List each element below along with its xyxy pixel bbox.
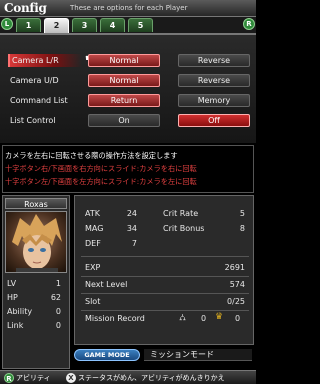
hp-row: HP 62 [7,292,67,304]
description-line: 十字ボタン左/下画面を左方向にスライド:カメラを左に回転 [5,177,197,186]
tab-3[interactable]: 3 [72,18,97,32]
r-shoulder-button[interactable]: R [243,18,255,30]
option-label[interactable]: Camera U/D [8,74,82,87]
crit-bonus-value: 8 [239,224,245,233]
character-name: Roxas [5,198,67,209]
character-portrait [5,211,67,273]
lv-value: 1 [55,279,61,288]
command-list-memory-button[interactable]: Memory [178,94,250,107]
def-value: 7 [131,239,137,248]
mission-record-value-a: 0 [201,314,207,323]
bottom-help-bar: R アビリティ X ステータスがめん、アビリティがめんきりかえ [0,370,256,384]
portrait-illustration [12,214,62,272]
crit-rate-label: Crit Rate [163,209,199,218]
link-label: Link [7,321,24,330]
tab-1[interactable]: 1 [16,18,41,32]
next-level-label: Next Level [85,280,128,289]
divider [81,310,249,311]
option-command-list: Command List Return Memory [8,94,250,107]
option-camera-lr: Camera L/R ☛ Normal Reverse [8,54,250,67]
command-list-return-button[interactable]: Return [88,94,160,107]
ability-value: 0 [55,307,61,316]
atk-stat: ATK 24 [85,208,137,220]
option-label[interactable]: List Control [8,114,82,127]
description-line: 十字ボタン右/下画面を右方向にスライド:カメラを右に回転 [5,164,197,173]
option-label[interactable]: Camera L/R [8,54,82,67]
link-row: Link 0 [7,320,67,332]
link-value: 0 [55,321,61,330]
game-mode-bar: GAME MODE ミッションモード [74,348,254,362]
x-button-icon: X [66,373,76,383]
slot-value: 0/25 [227,297,245,306]
camera-lr-reverse-button[interactable]: Reverse [178,54,250,67]
option-description: カメラを左右に回転させる際の操作方法を設定します 十字ボタン右/下画面を右方向に… [2,145,254,193]
status-switch-shortcut[interactable]: X ステータスがめん、アビリティがめんきりかえ [66,372,225,384]
mag-label: MAG [85,224,104,233]
next-level-stat: Next Level 574 [85,279,245,291]
def-label: DEF [85,239,101,248]
crit-bonus-label: Crit Bonus [163,224,205,233]
page-title: Config [4,1,47,15]
crit-bonus-stat: Crit Bonus 8 [163,223,245,235]
divider [81,256,249,257]
option-label[interactable]: Command List [8,94,82,107]
character-panel: Roxas LV 1 HP 62 Ability 0 Link 0 [2,195,70,369]
lv-row: LV 1 [7,278,67,290]
ability-shortcut-label: アビリティ [16,374,51,382]
status-switch-label: ステータスがめん、アビリティがめんきりかえ [78,374,225,382]
stats-panel: ATK 24 Crit Rate 5 MAG 34 Crit Bonus 8 D… [74,195,254,345]
divider [81,293,249,294]
game-mode-label: GAME MODE [74,349,140,361]
list-control-off-button[interactable]: Off [178,114,250,127]
config-header: Config These are options for each Player [0,0,256,17]
crit-rate-value: 5 [239,209,245,218]
player-tab-row: L 1 2 3 4 5 R [0,17,256,33]
def-stat: DEF 7 [85,238,137,250]
mag-stat: MAG 34 [85,223,137,235]
option-list-control: List Control On Off [8,114,250,127]
options-panel: Camera L/R ☛ Normal Reverse Camera U/D N… [0,33,256,143]
header-tip: These are options for each Player [70,4,188,12]
l-shoulder-button[interactable]: L [1,18,13,30]
camera-ud-normal-button[interactable]: Normal [88,74,160,87]
r-button-icon: R [4,373,14,383]
exp-value: 2691 [224,263,245,272]
camera-ud-reverse-button[interactable]: Reverse [178,74,250,87]
slot-label: Slot [85,297,101,306]
description-line: カメラを左右に回転させる際の操作方法を設定します [5,151,178,160]
lv-label: LV [7,279,17,288]
mag-value: 34 [126,224,137,233]
next-level-value: 574 [229,280,245,289]
list-control-on-button[interactable]: On [88,114,160,127]
ability-shortcut[interactable]: R アビリティ [4,372,51,384]
tab-5[interactable]: 5 [128,18,153,32]
atk-label: ATK [85,209,100,218]
tab-4[interactable]: 4 [100,18,125,32]
tab-2[interactable]: 2 [44,18,69,33]
hp-label: HP [7,293,18,302]
trophy-icon: ⛼ [179,313,187,323]
game-mode-value: ミッションモード [144,349,252,361]
divider [81,276,249,277]
atk-value: 24 [126,209,137,218]
option-camera-ud: Camera U/D Normal Reverse [8,74,250,87]
hp-value: 62 [50,293,61,302]
crown-icon: ♛ [215,312,224,322]
slot-stat: Slot 0/25 [85,296,245,308]
crit-rate-stat: Crit Rate 5 [163,208,245,220]
mission-record-label: Mission Record [85,314,145,323]
ability-row: Ability 0 [7,306,67,318]
camera-lr-normal-button[interactable]: Normal [88,54,160,67]
exp-stat: EXP 2691 [85,262,245,274]
mission-record-value-b: 0 [235,314,241,323]
exp-label: EXP [85,263,101,272]
ability-label: Ability [7,307,33,316]
